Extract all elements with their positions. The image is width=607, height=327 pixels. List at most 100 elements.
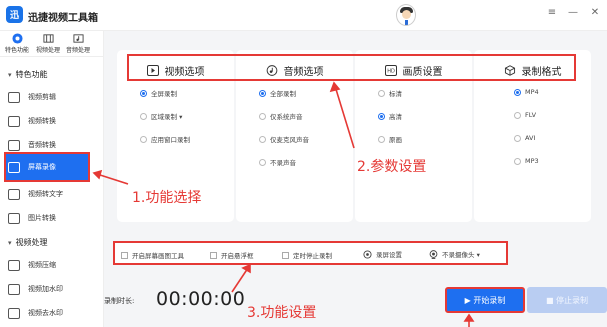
sidebar: 特色功能 视频处理 音频处理 特色功能 视频剪辑 视频转换 音频转换 屏幕录像 … — [0, 31, 104, 327]
button-label: 录屏设置 — [376, 251, 402, 259]
stop-record-button[interactable]: ■ 停止录制 — [527, 287, 607, 313]
timer-stop-checkbox[interactable]: 定时停止录制 — [282, 250, 332, 260]
screen-record-icon — [8, 161, 20, 173]
video-convert-icon — [8, 115, 20, 127]
minimize-icon[interactable]: — — [566, 7, 580, 18]
music-icon — [72, 34, 84, 43]
duration-label: 录制时长: — [104, 297, 135, 305]
option-label: 原画 — [389, 136, 402, 144]
option-label: AVI — [525, 134, 536, 142]
radio[interactable] — [378, 89, 385, 97]
option-original[interactable]: 原画 — [378, 134, 402, 144]
audio-convert-icon — [8, 139, 20, 151]
option-label: 仅麦克风声音 — [270, 136, 309, 144]
video-to-text-icon — [8, 188, 20, 200]
option-label: FLV — [525, 111, 537, 119]
sidebar-item-label: 视频加水印 — [28, 285, 63, 293]
record-settings-button[interactable]: 录屏设置 — [363, 249, 402, 259]
sidebar-item-screen-record[interactable]: 屏幕录像 — [8, 157, 88, 177]
title-bar: 迅 迅捷视频工具箱 ≡ — ✕ — [0, 0, 607, 31]
sidebar-item-video-edit[interactable]: 视频剪辑 — [8, 87, 88, 107]
brush-tool-checkbox[interactable]: 开启屏幕画图工具 — [121, 250, 184, 260]
radio[interactable] — [259, 135, 266, 143]
topnav-label: 特色功能 — [4, 47, 29, 54]
option-sd[interactable]: 标清 — [378, 88, 402, 98]
settings-icon — [363, 249, 372, 259]
camera-icon — [429, 249, 438, 259]
start-record-button[interactable]: ▶ 开始录制 — [445, 287, 525, 313]
topnav-audio[interactable]: 音频处理 — [63, 33, 93, 54]
user-avatar[interactable] — [396, 4, 416, 26]
radio[interactable] — [378, 112, 385, 120]
sidebar-item-video-to-text[interactable]: 视频转文字 — [8, 184, 88, 204]
menu-icon[interactable]: ≡ — [545, 7, 559, 18]
checkbox[interactable] — [210, 251, 217, 259]
radio[interactable] — [514, 134, 521, 142]
sidebar-item-add-watermark[interactable]: 视频加水印 — [8, 279, 88, 299]
option-label: MP3 — [525, 157, 539, 165]
remove-watermark-icon — [8, 307, 20, 319]
app-logo: 迅 — [6, 6, 23, 23]
checkbox[interactable] — [282, 251, 289, 259]
params-highlight-box — [127, 54, 576, 81]
sidebar-item-label: 视频转换 — [28, 117, 56, 125]
sidebar-item-video-convert[interactable]: 视频转换 — [8, 111, 88, 131]
topnav-label: 视频处理 — [35, 47, 60, 54]
camera-select[interactable]: 不录摄像头 ▾ — [429, 249, 480, 259]
sidebar-item-label: 视频去水印 — [28, 309, 63, 317]
option-flv[interactable]: FLV — [514, 111, 536, 119]
option-mp4[interactable]: MP4 — [514, 88, 539, 96]
checkbox-label: 开启屏幕画图工具 — [132, 252, 184, 260]
option-hd[interactable]: 高清 — [378, 111, 402, 121]
radio[interactable] — [140, 112, 147, 120]
annotation-function-settings: 3.功能设置 — [247, 305, 317, 321]
option-label: MP4 — [525, 88, 539, 96]
option-label: 仅系统声音 — [270, 113, 303, 121]
option-avi[interactable]: AVI — [514, 134, 535, 142]
radio[interactable] — [259, 158, 266, 166]
float-window-checkbox[interactable]: 开启悬浮框 — [210, 250, 254, 260]
topnav-video[interactable]: 视频处理 — [33, 33, 63, 54]
close-icon[interactable]: ✕ — [588, 7, 602, 18]
sidebar-item-remove-watermark[interactable]: 视频去水印 — [8, 303, 88, 323]
sidebar-item-image-convert[interactable]: 图片转换 — [8, 208, 88, 228]
radio[interactable] — [514, 88, 521, 96]
annotation-param-settings: 2.参数设置 — [357, 159, 427, 175]
video-compress-icon — [8, 259, 20, 271]
option-system-audio[interactable]: 仅系统声音 — [259, 111, 303, 121]
option-label: 应用窗口录制 — [151, 136, 190, 144]
duration-value: 00:00:00 — [156, 288, 246, 310]
topnav-featured[interactable]: 特色功能 — [2, 33, 32, 54]
group-title-featured[interactable]: 特色功能 — [8, 69, 48, 80]
app-title: 迅捷视频工具箱 — [28, 13, 98, 24]
sidebar-item-label: 屏幕录像 — [28, 163, 56, 171]
video-edit-icon — [8, 91, 20, 103]
radio[interactable] — [514, 111, 521, 119]
option-label: 全屏录制 — [151, 90, 177, 98]
option-fullscreen[interactable]: 全屏录制 — [140, 88, 177, 98]
image-convert-icon — [8, 212, 20, 224]
radio[interactable] — [259, 89, 266, 97]
checkbox[interactable] — [121, 251, 128, 259]
radio[interactable] — [514, 157, 521, 165]
option-mp3[interactable]: MP3 — [514, 157, 539, 165]
radio[interactable] — [378, 135, 385, 143]
checkbox-label: 定时停止录制 — [293, 252, 332, 260]
topnav-label: 音频处理 — [65, 47, 90, 54]
sidebar-item-video-compress[interactable]: 视频压缩 — [8, 255, 88, 275]
option-all-audio[interactable]: 全部录制 — [259, 88, 296, 98]
option-label: 区域录制 ▾ — [151, 113, 183, 121]
group-title-video[interactable]: 视频处理 — [8, 237, 48, 248]
function-settings-bar: 开启屏幕画图工具 开启悬浮框 定时停止录制 录屏设置 不录摄像头 ▾ — [113, 241, 508, 265]
option-no-audio[interactable]: 不录声音 — [259, 157, 296, 167]
radio[interactable] — [259, 112, 266, 120]
radio[interactable] — [140, 135, 147, 143]
option-app-window[interactable]: 应用窗口录制 — [140, 134, 190, 144]
sidebar-item-label: 视频压缩 — [28, 261, 56, 269]
option-label: 全部录制 — [270, 90, 296, 98]
option-region[interactable]: 区域录制 ▾ — [140, 111, 182, 121]
radio[interactable] — [140, 89, 147, 97]
option-mic-audio[interactable]: 仅麦克风声音 — [259, 134, 309, 144]
star-icon — [11, 33, 23, 44]
top-nav: 特色功能 视频处理 音频处理 — [0, 31, 104, 57]
